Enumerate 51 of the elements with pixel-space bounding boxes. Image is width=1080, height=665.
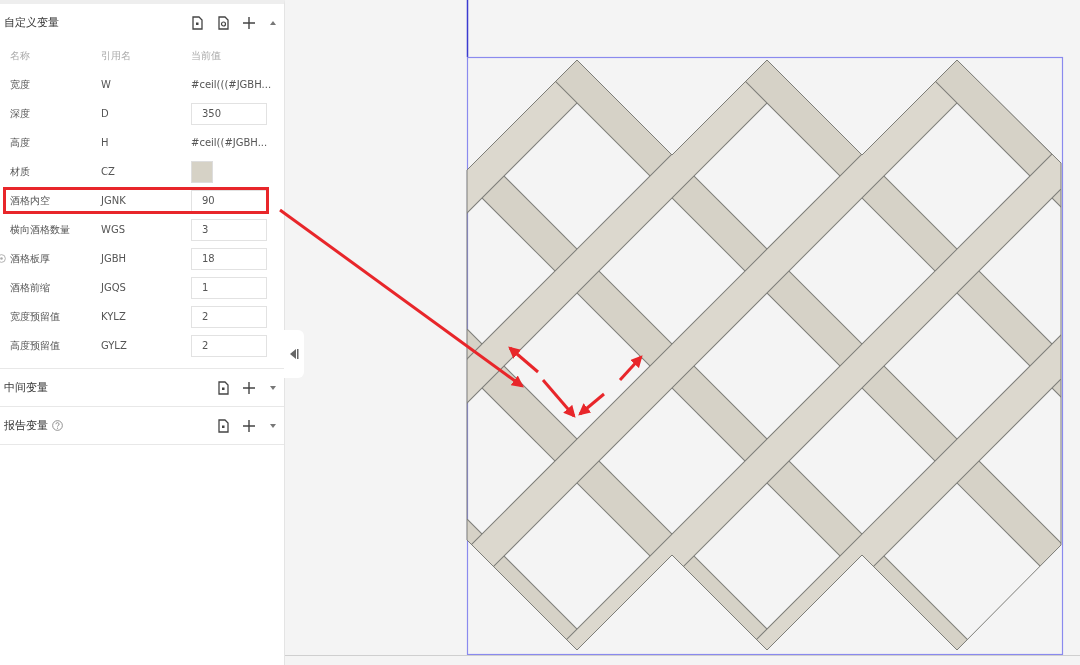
variable-name: 高度 [10, 135, 31, 150]
plus-icon[interactable] [242, 15, 256, 30]
reference-name: GYLZ [101, 340, 128, 351]
annotation-arrow [541, 379, 576, 418]
reference-name: D [101, 108, 110, 119]
reference-name: WGS [101, 224, 126, 235]
document-icon[interactable] [216, 15, 230, 30]
value-input[interactable]: 1 [191, 276, 267, 299]
variable-name: 酒格前缩 [10, 280, 51, 295]
annotation-arrow [578, 392, 605, 416]
caret-icon[interactable] [270, 385, 276, 390]
value-input[interactable]: 18 [191, 247, 267, 270]
caret-icon[interactable] [270, 423, 276, 428]
variable-name: 宽度 [10, 77, 31, 92]
reference-name: JGQS [101, 282, 127, 293]
variable-name: 宽度预留值 [10, 309, 61, 324]
reference-name: H [101, 137, 110, 148]
formula-value: #ceil((#JGBH... [191, 137, 268, 148]
formula-value: #ceil(((#JGBH... [191, 79, 272, 90]
plus-icon[interactable] [242, 380, 256, 395]
reference-name: KYLZ [101, 311, 127, 322]
column-header: 当前值 [191, 48, 221, 63]
variable-name: 深度 [10, 106, 31, 121]
reference-name: JGBH [101, 253, 128, 264]
section-title: 自定义变量 [4, 15, 59, 30]
plus-icon[interactable] [242, 418, 256, 433]
value-input[interactable]: 2 [191, 305, 267, 328]
annotation-arrow [618, 355, 643, 381]
document-icon[interactable] [216, 380, 230, 395]
value-input[interactable]: 3 [191, 218, 267, 241]
value-input[interactable]: 2 [191, 334, 267, 357]
section-title: 中间变量 [4, 380, 48, 395]
variable-name: 高度预留值 [10, 338, 61, 353]
document-icon[interactable] [216, 418, 230, 433]
value-input[interactable]: 90 [191, 189, 267, 212]
variable-name: 材质 [10, 164, 31, 179]
reference-name: W [101, 79, 112, 90]
guide-line [466, 0, 469, 58]
column-header: 名称 [10, 48, 31, 63]
reference-name: JGNK [101, 195, 127, 206]
column-header: 引用名 [101, 48, 132, 63]
material-swatch[interactable] [191, 160, 213, 183]
value-input[interactable]: 350 [191, 102, 267, 125]
collapse-handle[interactable] [284, 330, 304, 378]
section-title: 报告变量 [4, 418, 48, 433]
variable-name: 酒格板厚 [10, 251, 51, 266]
caret-icon[interactable] [270, 20, 276, 25]
reference-name: CZ [101, 166, 116, 177]
variable-name: 横向酒格数量 [10, 222, 71, 237]
document-icon[interactable] [190, 15, 204, 30]
variable-name: 酒格内空 [10, 193, 51, 208]
